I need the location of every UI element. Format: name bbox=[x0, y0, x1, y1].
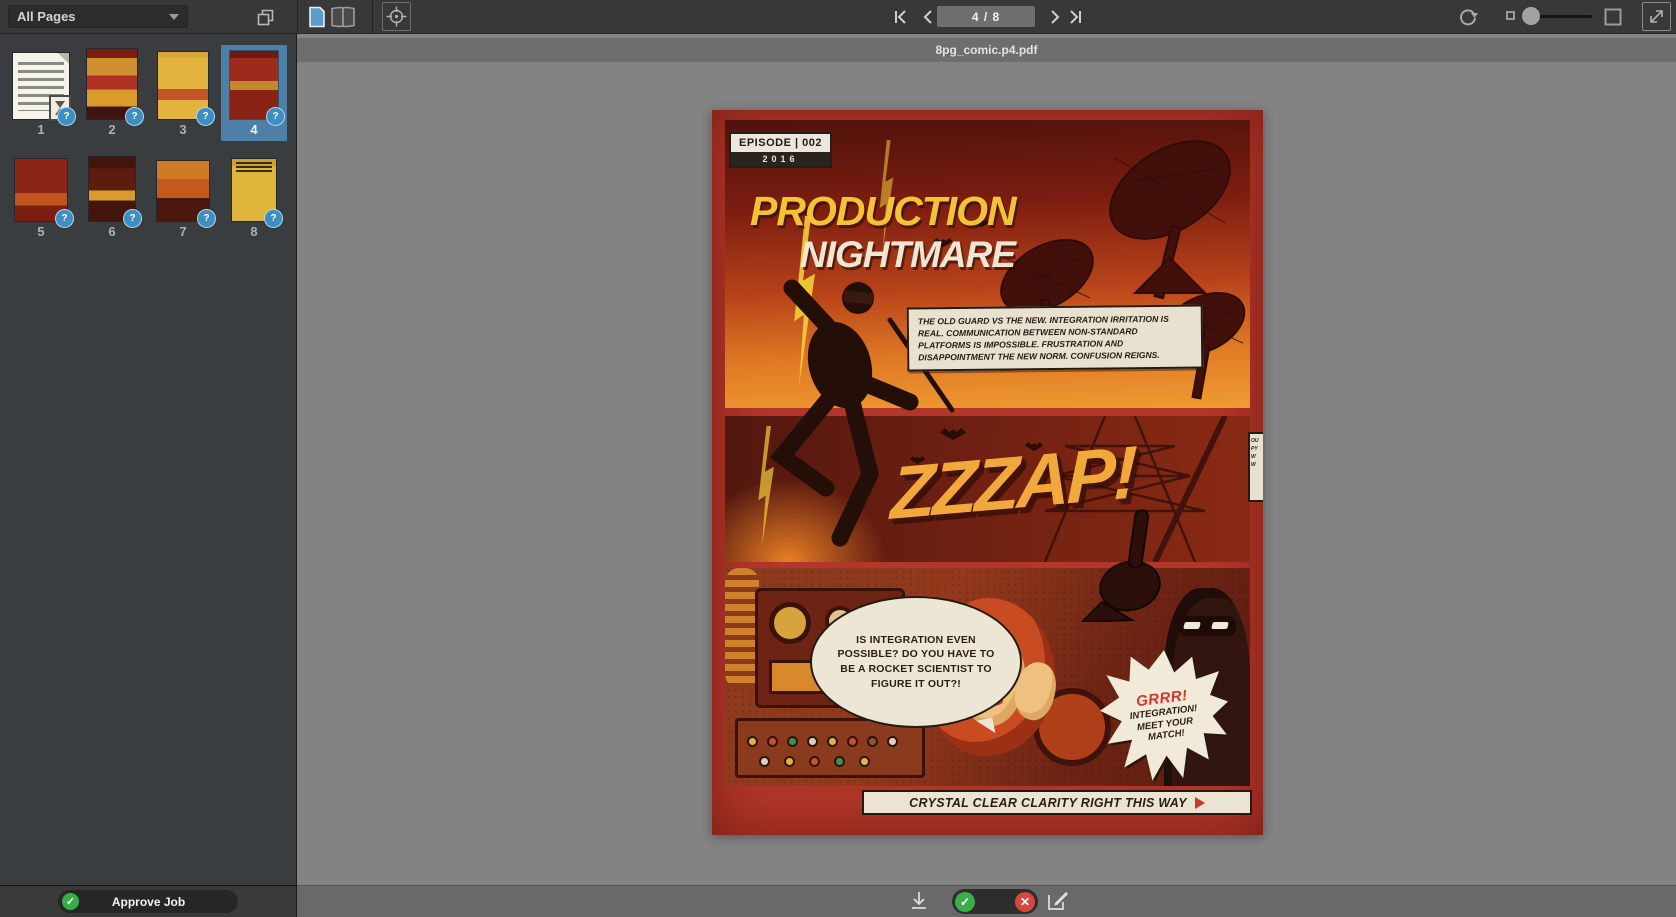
episode-label: EPISODE | 002 bbox=[731, 134, 830, 152]
pointing-hand-art bbox=[1072, 502, 1182, 622]
fullscreen-diagonal-arrow-icon bbox=[1648, 8, 1665, 25]
last-page-icon bbox=[1067, 9, 1083, 25]
last-page-button[interactable] bbox=[1062, 4, 1088, 30]
annotate-button[interactable] bbox=[1045, 890, 1069, 914]
two-page-spread-icon bbox=[330, 6, 356, 28]
question-badge[interactable]: ? bbox=[123, 209, 142, 228]
first-page-icon bbox=[893, 9, 909, 25]
thumbnail-sidebar: ? 1 ? 2 ? 3 ? 4 ? 5 bbox=[0, 33, 297, 885]
comic-title-line-1: PRODUCTION bbox=[750, 188, 1016, 235]
zoom-slider-knob[interactable] bbox=[1522, 7, 1540, 25]
page-1-preview: ? bbox=[13, 53, 69, 119]
thumbnail-page-3[interactable]: ? 3 bbox=[150, 45, 216, 141]
episode-year: 2016 bbox=[731, 152, 830, 166]
play-triangle-icon bbox=[1195, 797, 1205, 809]
fit-to-window-button[interactable] bbox=[1600, 4, 1626, 30]
page-8-preview: ? bbox=[232, 159, 276, 221]
overlapping-windows-icon bbox=[257, 9, 274, 26]
zoom-slider[interactable] bbox=[1526, 15, 1592, 18]
single-page-icon bbox=[308, 6, 326, 28]
question-badge[interactable]: ? bbox=[197, 209, 216, 228]
document-filename: 8pg_comic.p4.pdf bbox=[935, 43, 1037, 57]
narration-caption: THE OLD GUARD VS THE NEW. INTEGRATION IR… bbox=[907, 304, 1204, 371]
chevron-down-icon bbox=[169, 14, 179, 20]
page-2-preview: ? bbox=[87, 49, 137, 119]
episode-box: EPISODE | 002 2016 bbox=[729, 132, 832, 168]
question-badge[interactable]: ? bbox=[57, 107, 76, 126]
page-7-preview: ? bbox=[157, 161, 209, 221]
detach-panel-button[interactable] bbox=[252, 4, 278, 30]
rotate-view-button[interactable] bbox=[1455, 4, 1481, 30]
proofing-app: All Pages bbox=[0, 0, 1676, 917]
speech-bubble: IS INTEGRATION EVEN POSSIBLE? DO YOU HAV… bbox=[810, 596, 1022, 728]
comic-page-4[interactable]: EPISODE | 002 2016 PRODUCTION NIGHTMARE … bbox=[712, 110, 1263, 835]
approve-page-button[interactable]: ✓ bbox=[955, 892, 975, 912]
compare-alignment-button[interactable] bbox=[382, 2, 411, 31]
speech-text: IS INTEGRATION EVEN POSSIBLE? DO YOU HAV… bbox=[830, 633, 1002, 692]
thumbnail-page-4-selected[interactable]: ? 4 bbox=[221, 45, 287, 141]
cut-off-side-caption: OU PY W W bbox=[1248, 432, 1263, 502]
reject-page-button[interactable]: ✕ bbox=[1015, 892, 1035, 912]
approve-job-button[interactable]: ✓ Approve Job bbox=[58, 890, 238, 913]
rotate-icon bbox=[1457, 7, 1479, 27]
footer-banner: CRYSTAL CLEAR CLARITY RIGHT THIS WAY bbox=[862, 790, 1252, 815]
fullscreen-button[interactable] bbox=[1642, 2, 1671, 31]
download-icon bbox=[909, 900, 929, 915]
thumbnail-page-8[interactable]: ? 8 bbox=[221, 147, 287, 243]
annotate-pencil-icon bbox=[1047, 899, 1068, 914]
page-6-preview: ? bbox=[89, 157, 135, 221]
thumbnail-page-6[interactable]: ? 6 bbox=[79, 147, 145, 243]
pages-filter-dropdown[interactable]: All Pages bbox=[8, 5, 188, 28]
question-badge[interactable]: ? bbox=[196, 107, 215, 126]
page-4-preview: ? bbox=[230, 51, 278, 119]
burst-bubble: GRRR! INTEGRATION! MEET YOUR MATCH! bbox=[1100, 650, 1228, 782]
approve-reject-toggle: ✓ ✕ bbox=[952, 889, 1038, 914]
page-5-preview: ? bbox=[15, 159, 67, 221]
question-badge[interactable]: ? bbox=[264, 209, 283, 228]
first-page-button[interactable] bbox=[888, 4, 914, 30]
single-page-view-button[interactable] bbox=[304, 4, 330, 30]
pages-filter-value: All Pages bbox=[17, 9, 76, 24]
thumbnail-page-2[interactable]: ? 2 bbox=[79, 45, 145, 141]
approve-job-label: Approve Job bbox=[79, 895, 218, 909]
thumbnail-page-5[interactable]: ? 5 bbox=[8, 147, 74, 243]
thumbnail-page-7[interactable]: ? 7 bbox=[150, 147, 216, 243]
chevron-left-icon bbox=[920, 9, 934, 25]
document-title-bar: 8pg_comic.p4.pdf bbox=[297, 38, 1676, 62]
approve-check-icon: ✓ bbox=[62, 893, 79, 910]
review-action-bar: ✓ ✕ bbox=[297, 885, 1676, 917]
question-badge[interactable]: ? bbox=[55, 209, 74, 228]
crosshair-target-icon bbox=[386, 6, 407, 27]
question-badge[interactable]: ? bbox=[125, 107, 144, 126]
zoom-out-icon[interactable] bbox=[1506, 11, 1515, 20]
fit-square-icon bbox=[1604, 8, 1622, 26]
top-toolbar: All Pages bbox=[0, 0, 1676, 34]
question-badge[interactable]: ? bbox=[266, 107, 285, 126]
footer-banner-text: CRYSTAL CLEAR CLARITY RIGHT THIS WAY bbox=[909, 796, 1187, 810]
thumbnail-page-1[interactable]: ? 1 bbox=[8, 45, 74, 141]
chevron-right-icon bbox=[1049, 9, 1063, 25]
page-3-preview: ? bbox=[158, 52, 208, 119]
approve-bar: ✓ Approve Job bbox=[0, 885, 297, 917]
download-button[interactable] bbox=[907, 890, 931, 914]
page-indicator[interactable]: 4 / 8 bbox=[937, 6, 1035, 27]
spread-view-button[interactable] bbox=[330, 4, 356, 30]
